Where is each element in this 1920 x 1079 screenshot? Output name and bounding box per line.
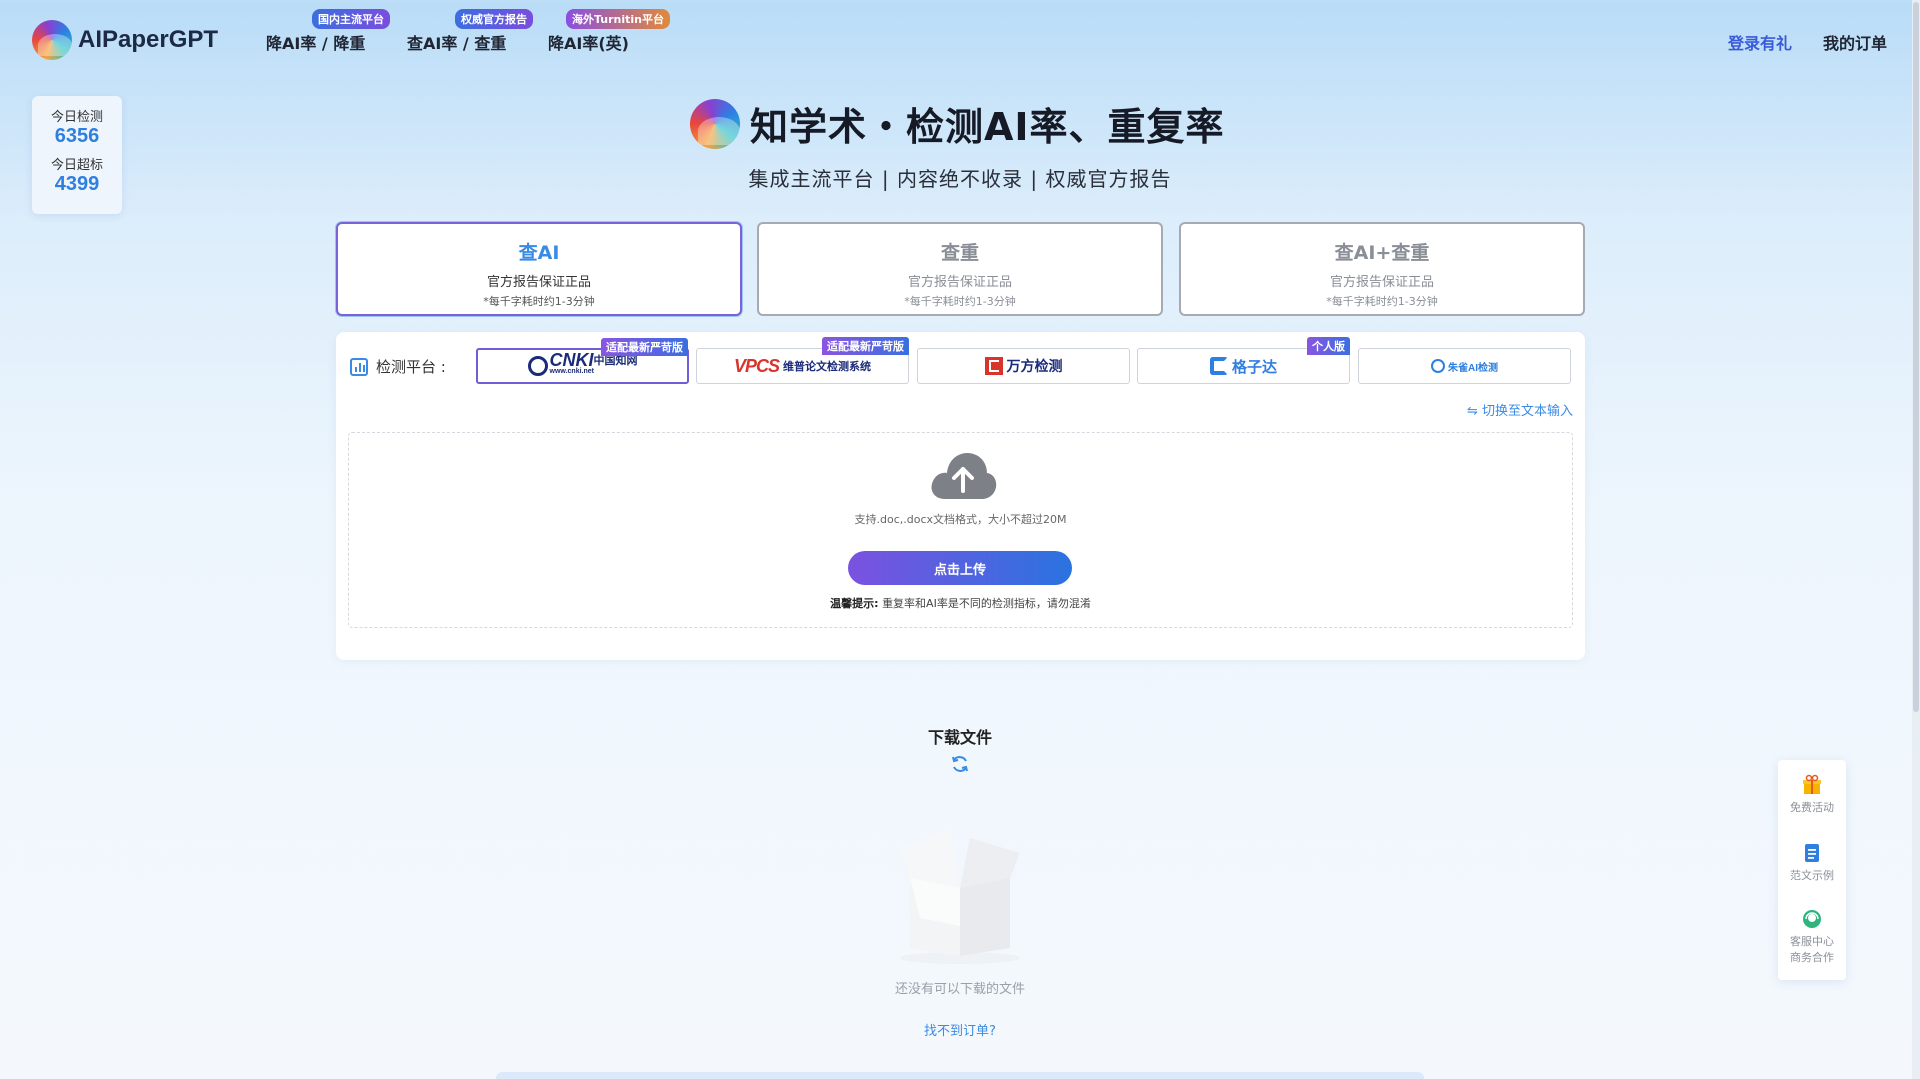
platform-label: 检测平台 :: [350, 356, 446, 377]
mode-card-check-both[interactable]: 查AI+查重 官方报告保证正品 *每千字耗时约1-3分钟: [1179, 222, 1585, 316]
sample-essay-button[interactable]: 范文示例: [1778, 842, 1846, 884]
mode-desc: 官方报告保证正品: [907, 275, 1012, 290]
gezida-mark-icon: [1209, 357, 1228, 375]
mode-card-check-ai[interactable]: 查AI 官方报告保证正品 *每千字耗时约1-3分钟: [336, 222, 742, 316]
vpcs-logo: VPCS 维普论文检测系统: [733, 355, 872, 376]
hero-title: 知学术・检测AI率、重复率: [690, 96, 1225, 151]
hero-logo-icon: [690, 98, 740, 149]
empty-box-illustration: [900, 828, 1020, 964]
mode-title: 查重: [940, 242, 979, 264]
platform-vpcs[interactable]: 适配最新严苛版 VPCS 维普论文检测系统: [696, 337, 909, 384]
platform-badge-strict: 适配最新严苛版: [822, 337, 909, 355]
upload-format-hint: 支持.doc,.docx文档格式，大小不超过20M: [854, 513, 1067, 526]
floating-sidebar: 免费活动 范文示例 客服中心 商务合作: [1778, 760, 1846, 980]
brand-logo-icon: [32, 20, 72, 60]
zhuque-logo: 朱雀AI检测: [1431, 359, 1498, 374]
upload-button[interactable]: 点击上传: [848, 551, 1072, 585]
today-check-value: 6356: [54, 125, 100, 147]
daily-stats-card: 今日检测 6356 今日超标 4399: [32, 96, 122, 214]
mode-desc: 官方报告保证正品: [1329, 275, 1434, 290]
gift-icon: [1803, 774, 1821, 794]
brand-logo[interactable]: AIPaperGPT: [32, 20, 218, 60]
platform-wanfang[interactable]: 万方检测: [917, 348, 1130, 384]
bottom-banner-edge: [496, 1072, 1424, 1079]
nav-badge-official: 权威官方报告: [455, 9, 533, 29]
download-section-title: 下载文件: [927, 728, 992, 747]
free-activity-label: 免费活动: [1790, 801, 1834, 814]
zhuque-mark-icon: [1431, 359, 1445, 373]
empty-download-text: 还没有可以下载的文件: [894, 982, 1025, 997]
platform-label-text: 检测平台 :: [376, 358, 446, 376]
page-scrollbar[interactable]: [1912, 0, 1920, 1079]
login-link[interactable]: 登录有礼: [1728, 30, 1792, 54]
document-icon: [1805, 844, 1819, 862]
platform-badge-personal: 个人版: [1307, 337, 1350, 355]
sample-essay-label: 范文示例: [1790, 869, 1834, 882]
mode-title: 查AI+查重: [1334, 242, 1430, 264]
customer-service-icon: [1803, 910, 1821, 928]
nav-reduce-ai-label: 降AI率 / 降重: [266, 34, 366, 53]
mode-desc: 官方报告保证正品: [486, 275, 591, 290]
nav-reduce-ai-en-label: 降AI率(英): [548, 34, 629, 53]
detection-panel: 检测平台 : 适配最新严苛版 CNKI 中国知网 www.cnki.net 适配…: [336, 332, 1585, 660]
business-cooperation-label[interactable]: 商务合作: [1790, 951, 1834, 964]
cnki-logo: CNKI 中国知网 www.cnki.net: [527, 351, 638, 377]
refresh-icon[interactable]: [950, 754, 970, 774]
cloud-upload-icon: [931, 453, 997, 499]
nav-reduce-ai[interactable]: 国内主流平台 降AI率 / 降重: [266, 9, 390, 54]
platform-cnki[interactable]: 适配最新严苛版 CNKI 中国知网 www.cnki.net: [476, 338, 689, 384]
gezida-logo: 格子达: [1209, 356, 1277, 377]
nav-check-ai-label: 查AI率 / 查重: [407, 34, 507, 53]
nav-check-ai[interactable]: 权威官方报告 查AI率 / 查重: [407, 9, 533, 54]
top-header: AIPaperGPT 国内主流平台 降AI率 / 降重 权威官方报告 查AI率 …: [0, 0, 1920, 80]
today-check-label: 今日检测: [50, 110, 103, 125]
warm-tip-label: 温馨提示:: [830, 597, 879, 610]
hero-subtitle: 集成主流平台 | 内容绝不收录 | 权威官方报告: [748, 167, 1172, 191]
my-orders-link[interactable]: 我的订单: [1823, 30, 1887, 54]
bar-chart-icon: [350, 357, 368, 376]
nav-reduce-ai-en[interactable]: 海外Turnitin平台 降AI率(英): [548, 9, 671, 54]
customer-service-label: 客服中心: [1790, 935, 1834, 948]
cnki-globe-icon: [527, 356, 548, 376]
customer-service-button[interactable]: 客服中心 商务合作: [1778, 908, 1846, 966]
mode-note: *每千字耗时约1-3分钟: [483, 295, 595, 308]
mode-note: *每千字耗时约1-3分钟: [904, 295, 1016, 308]
nav-badge-domestic: 国内主流平台: [312, 9, 390, 29]
upload-dropzone[interactable]: 支持.doc,.docx文档格式，大小不超过20M 点击上传 温馨提示: 重复率…: [348, 432, 1573, 628]
wanfang-mark-icon: [984, 357, 1003, 375]
warm-tip-text: 重复率和AI率是不同的检测指标，请勿混淆: [882, 597, 1091, 610]
mode-title: 查AI: [518, 242, 560, 264]
platform-zhuque[interactable]: 朱雀AI检测: [1358, 348, 1571, 384]
mode-note: *每千字耗时约1-3分钟: [1326, 295, 1438, 308]
cannot-find-order-link[interactable]: 找不到订单?: [0, 1020, 1920, 1039]
wanfang-logo: 万方检测: [984, 356, 1063, 376]
platform-gezida[interactable]: 个人版 格子达: [1137, 337, 1350, 384]
brand-name: AIPaperGPT: [78, 26, 219, 53]
hero-title-text: 知学术・检测AI率、重复率: [750, 105, 1225, 149]
nav-badge-turnitin: 海外Turnitin平台: [566, 9, 671, 29]
warm-tip: 温馨提示: 重复率和AI率是不同的检测指标，请勿混淆: [349, 595, 1572, 611]
switch-to-text-input[interactable]: ⇋ 切换至文本输入: [1467, 400, 1573, 419]
platform-badge-strict: 适配最新严苛版: [601, 338, 688, 356]
mode-card-check-duplicate[interactable]: 查重 官方报告保证正品 *每千字耗时约1-3分钟: [757, 222, 1163, 316]
free-activity-button[interactable]: 免费活动: [1778, 774, 1846, 816]
scrollbar-thumb[interactable]: [1913, 2, 1919, 712]
